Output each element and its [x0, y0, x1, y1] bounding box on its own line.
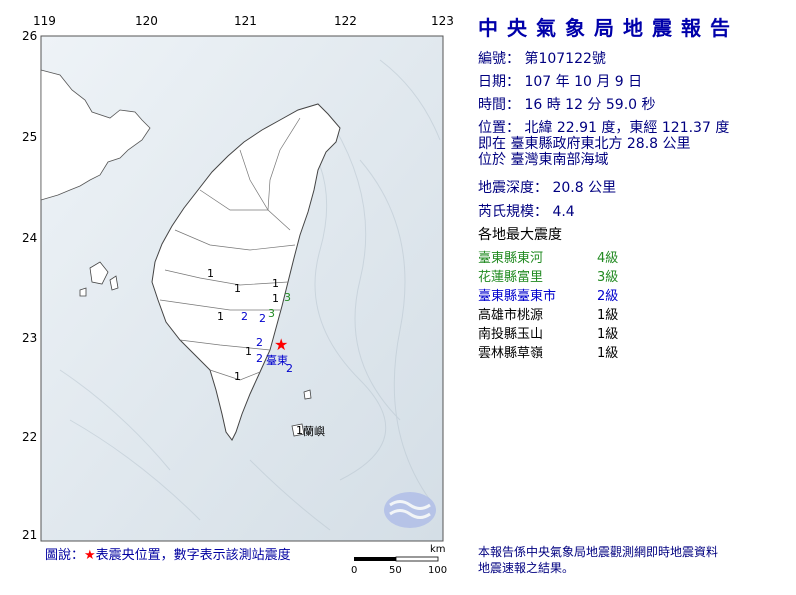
footer-line1: 本報告係中央氣象局地震觀測網即時地震資料: [478, 545, 719, 559]
report-depth: 地震深度： 20.8 公里: [478, 180, 617, 196]
scale-tick-0: 0: [351, 565, 358, 576]
station-marker: 1: [234, 370, 241, 383]
earthquake-map: ★ 臺東 蘭嶼 111112 233212211: [40, 35, 444, 562]
station-name: 雲林縣草嶺: [478, 346, 544, 361]
station-name: 臺東縣臺東市: [478, 289, 557, 304]
scale-tick-50: 50: [389, 565, 402, 576]
epicenter-star: ★: [274, 335, 288, 354]
place-label-taitung: 臺東: [266, 353, 288, 367]
station-marker: 2: [259, 312, 266, 325]
station-row: 臺東縣東河 4級: [478, 247, 618, 266]
green-island: [303, 389, 312, 400]
station-row: 高雄市桃源 1級: [478, 304, 618, 323]
station-marker: 3: [284, 291, 291, 304]
station-name: 高雄市桃源: [478, 308, 544, 323]
station-marker: 1: [272, 292, 279, 305]
station-level: 1級: [597, 308, 619, 323]
station-name: 花蓮縣富里: [478, 270, 544, 285]
station-name: 臺東縣東河: [478, 251, 544, 266]
report-magnitude: 芮氏規模： 4.4: [478, 204, 575, 220]
station-row: 花蓮縣富里 3級: [478, 266, 618, 285]
lon-tick-122: 122: [334, 14, 357, 28]
station-marker: 1: [234, 282, 241, 295]
station-name: 南投縣玉山: [478, 327, 544, 342]
footer-line2: 地震速報之結果。: [478, 561, 575, 575]
lon-tick-121: 121: [234, 14, 257, 28]
station-row: 臺東縣臺東市 2級: [478, 285, 618, 304]
lon-tick-120: 120: [135, 14, 158, 28]
legend-text: 表震央位置，數字表示該測站震度: [95, 548, 291, 563]
scale-tick-100: 100: [428, 565, 448, 576]
station-marker: 2: [256, 336, 263, 349]
report-number: 編號： 第107122號: [478, 51, 606, 67]
station-row: 雲林縣草嶺 1級: [478, 342, 618, 361]
place-label-lanyu: 蘭嶼: [303, 424, 325, 438]
station-level: 1級: [597, 346, 619, 361]
lon-tick-123: 123: [431, 14, 454, 28]
report-date: 日期： 107 年 10 月 9 日: [478, 74, 643, 90]
station-marker: 1: [245, 345, 252, 358]
station-marker: 1: [217, 310, 224, 323]
lon-tick-119: 119: [33, 14, 56, 28]
map-legend: 圖說：★表震央位置，數字表示該測站震度: [45, 544, 291, 563]
station-level: 2級: [597, 289, 619, 304]
cwb-logo: [384, 492, 436, 528]
station-level: 1級: [597, 327, 619, 342]
lat-tick-22: 22: [22, 430, 38, 444]
legend-star-icon: ★: [84, 548, 96, 563]
report-location-region: 位於 臺灣東南部海域: [478, 152, 609, 168]
lat-tick-21: 21: [22, 528, 38, 542]
station-level: 4級: [597, 251, 619, 266]
lat-tick-23: 23: [22, 331, 38, 345]
station-level: 3級: [597, 270, 619, 285]
station-marker: 2: [256, 352, 263, 365]
report-title: 中央氣象局地震報告: [478, 16, 739, 40]
station-marker: 1: [207, 267, 214, 280]
lat-tick-24: 24: [22, 231, 38, 245]
station-row: 南投縣玉山 1級: [478, 323, 618, 342]
intensity-heading: 各地最大震度: [478, 227, 562, 243]
station-marker: 3: [268, 307, 275, 320]
scale-unit: km: [430, 544, 446, 555]
station-marker: 2: [286, 362, 293, 375]
report-time: 時間： 16 時 12 分 59.0 秒: [478, 97, 656, 113]
station-marker: 1: [272, 277, 279, 290]
station-marker: 2: [241, 310, 248, 323]
scale-bar: [354, 556, 439, 562]
station-marker: 1: [296, 424, 303, 437]
lat-tick-25: 25: [22, 130, 38, 144]
lat-tick-26: 26: [22, 29, 38, 43]
legend-label: 圖說：: [45, 548, 85, 563]
